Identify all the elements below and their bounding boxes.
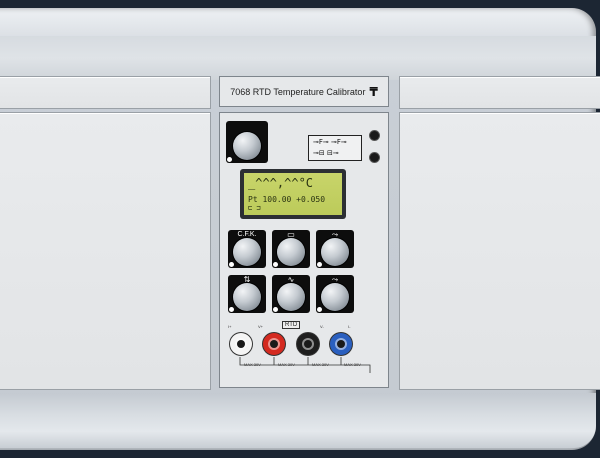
instrument-title: 7068 RTD Temperature Calibrator <box>230 86 366 97</box>
adjust-knob-housing: ⇅ <box>228 275 266 313</box>
step-knob[interactable] <box>321 238 349 266</box>
sweep-knob[interactable] <box>321 283 349 311</box>
jack-label-v-plus: V+ <box>258 324 264 329</box>
display-knob-marker <box>273 262 278 267</box>
jack-v-plus-red[interactable] <box>263 333 285 355</box>
adjust-knob[interactable] <box>233 283 261 311</box>
mode-button-1[interactable] <box>370 131 379 140</box>
display-knob[interactable] <box>277 238 305 266</box>
lcd-sensor-reading: Pt 100.00 +0.050 <box>248 195 326 204</box>
unit-knob-label: C.F.K. <box>237 231 257 238</box>
calibrator-scene: 7068 RTD Temperature Calibrator ₸ ⊸F⊸ ⊸F… <box>0 0 600 458</box>
power-knob-housing <box>226 121 268 163</box>
title-panel: 7068 RTD Temperature Calibrator ₸ <box>219 76 389 107</box>
right-blank-panel <box>399 112 600 390</box>
ramp-knob-housing: ∿ <box>272 275 310 313</box>
jack-label-v-minus: V- <box>320 324 324 329</box>
limit-label-4: MAX 30V <box>344 362 361 367</box>
unit-knob[interactable] <box>233 238 261 266</box>
mode-row-2: ⊸⊟ ⊟⊸ <box>313 149 339 157</box>
step-knob-marker <box>317 262 322 267</box>
jack-wiring-lines <box>239 357 371 373</box>
ramp-knob[interactable] <box>277 283 305 311</box>
sweep-knob-marker <box>317 307 322 312</box>
limit-label-1: MAX 30V <box>244 362 261 367</box>
unit-knob-housing: C.F.K. <box>228 230 266 268</box>
left-upper-panel <box>0 76 211 109</box>
jack-v-minus-black[interactable] <box>297 333 319 355</box>
limit-label-3: MAX 30V <box>312 362 329 367</box>
sweep-knob-housing: ⤳ <box>316 275 354 313</box>
limit-label-2: MAX 30V <box>278 362 295 367</box>
ramp-knob-marker <box>273 307 278 312</box>
control-panel: ⊸F⊸ ⊸F⊸ ⊸⊟ ⊟⊸ _^^^,^^°C Pt 100.00 +0.050… <box>219 112 389 388</box>
jack-i-minus-blue[interactable] <box>330 333 352 355</box>
lcd-main-reading: _^^^,^^°C <box>248 176 314 190</box>
display-knob-housing: ▭ <box>272 230 310 268</box>
top-rail <box>0 36 596 80</box>
bottom-rail <box>0 393 596 448</box>
lcd-bezel: _^^^,^^°C Pt 100.00 +0.050 ⊏ ⊐ <box>240 169 346 219</box>
lcd-screen: _^^^,^^°C Pt 100.00 +0.050 ⊏ ⊐ <box>244 173 342 215</box>
jack-label-i-minus: I- <box>348 324 351 329</box>
mode-button-2[interactable] <box>370 153 379 162</box>
mode-row-1: ⊸F⊸ ⊸F⊸ <box>313 138 347 146</box>
jack-i-plus-white[interactable] <box>230 333 252 355</box>
adjust-knob-marker <box>229 307 234 312</box>
left-blank-panel <box>0 112 211 390</box>
jack-label-i-plus: I+ <box>228 324 232 329</box>
step-knob-housing: ⤳ <box>316 230 354 268</box>
mode-indicator: ⊸F⊸ ⊸F⊸ ⊸⊟ ⊟⊸ <box>308 135 362 161</box>
unit-knob-marker <box>229 262 234 267</box>
power-marker <box>227 157 232 162</box>
power-knob[interactable] <box>233 132 261 160</box>
lcd-status-icons: ⊏ ⊐ <box>248 204 261 212</box>
rtd-group-label: RTD <box>282 321 301 329</box>
right-upper-panel <box>399 76 600 109</box>
brand-logo-icon: ₸ <box>369 84 378 99</box>
